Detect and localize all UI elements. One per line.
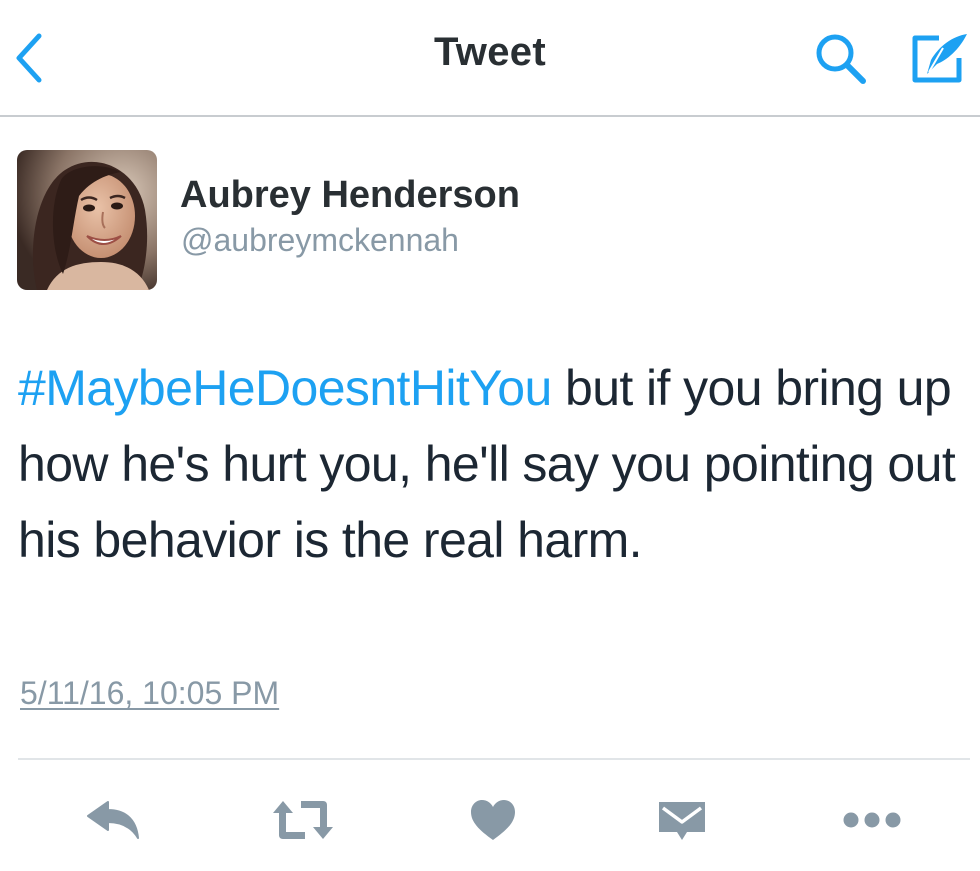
avatar[interactable] — [17, 150, 157, 290]
more-dots-icon — [843, 812, 901, 828]
direct-message-button[interactable] — [642, 790, 722, 850]
more-button[interactable] — [832, 790, 912, 850]
compose-button[interactable] — [906, 26, 976, 90]
like-button[interactable] — [453, 790, 533, 850]
compose-icon — [912, 34, 967, 83]
author-handle[interactable]: @aubreymckennah — [181, 222, 459, 259]
hashtag-link[interactable]: #MaybeHeDoesntHitYou — [18, 360, 552, 416]
author-name[interactable]: Aubrey Henderson — [180, 174, 520, 217]
navigation-bar: Tweet — [0, 0, 980, 117]
retweet-icon — [273, 801, 333, 839]
search-icon — [816, 34, 866, 84]
timestamp[interactable]: 5/11/16, 10:05 PM — [20, 675, 279, 712]
heart-icon — [471, 800, 515, 840]
profile-photo — [17, 150, 157, 290]
reply-icon — [87, 801, 139, 839]
divider — [18, 758, 970, 760]
tweet-text: #MaybeHeDoesntHitYou but if you bring up… — [18, 350, 973, 578]
search-button[interactable] — [808, 28, 874, 90]
envelope-icon — [659, 802, 705, 840]
retweet-button[interactable] — [263, 790, 343, 850]
reply-button[interactable] — [73, 790, 153, 850]
